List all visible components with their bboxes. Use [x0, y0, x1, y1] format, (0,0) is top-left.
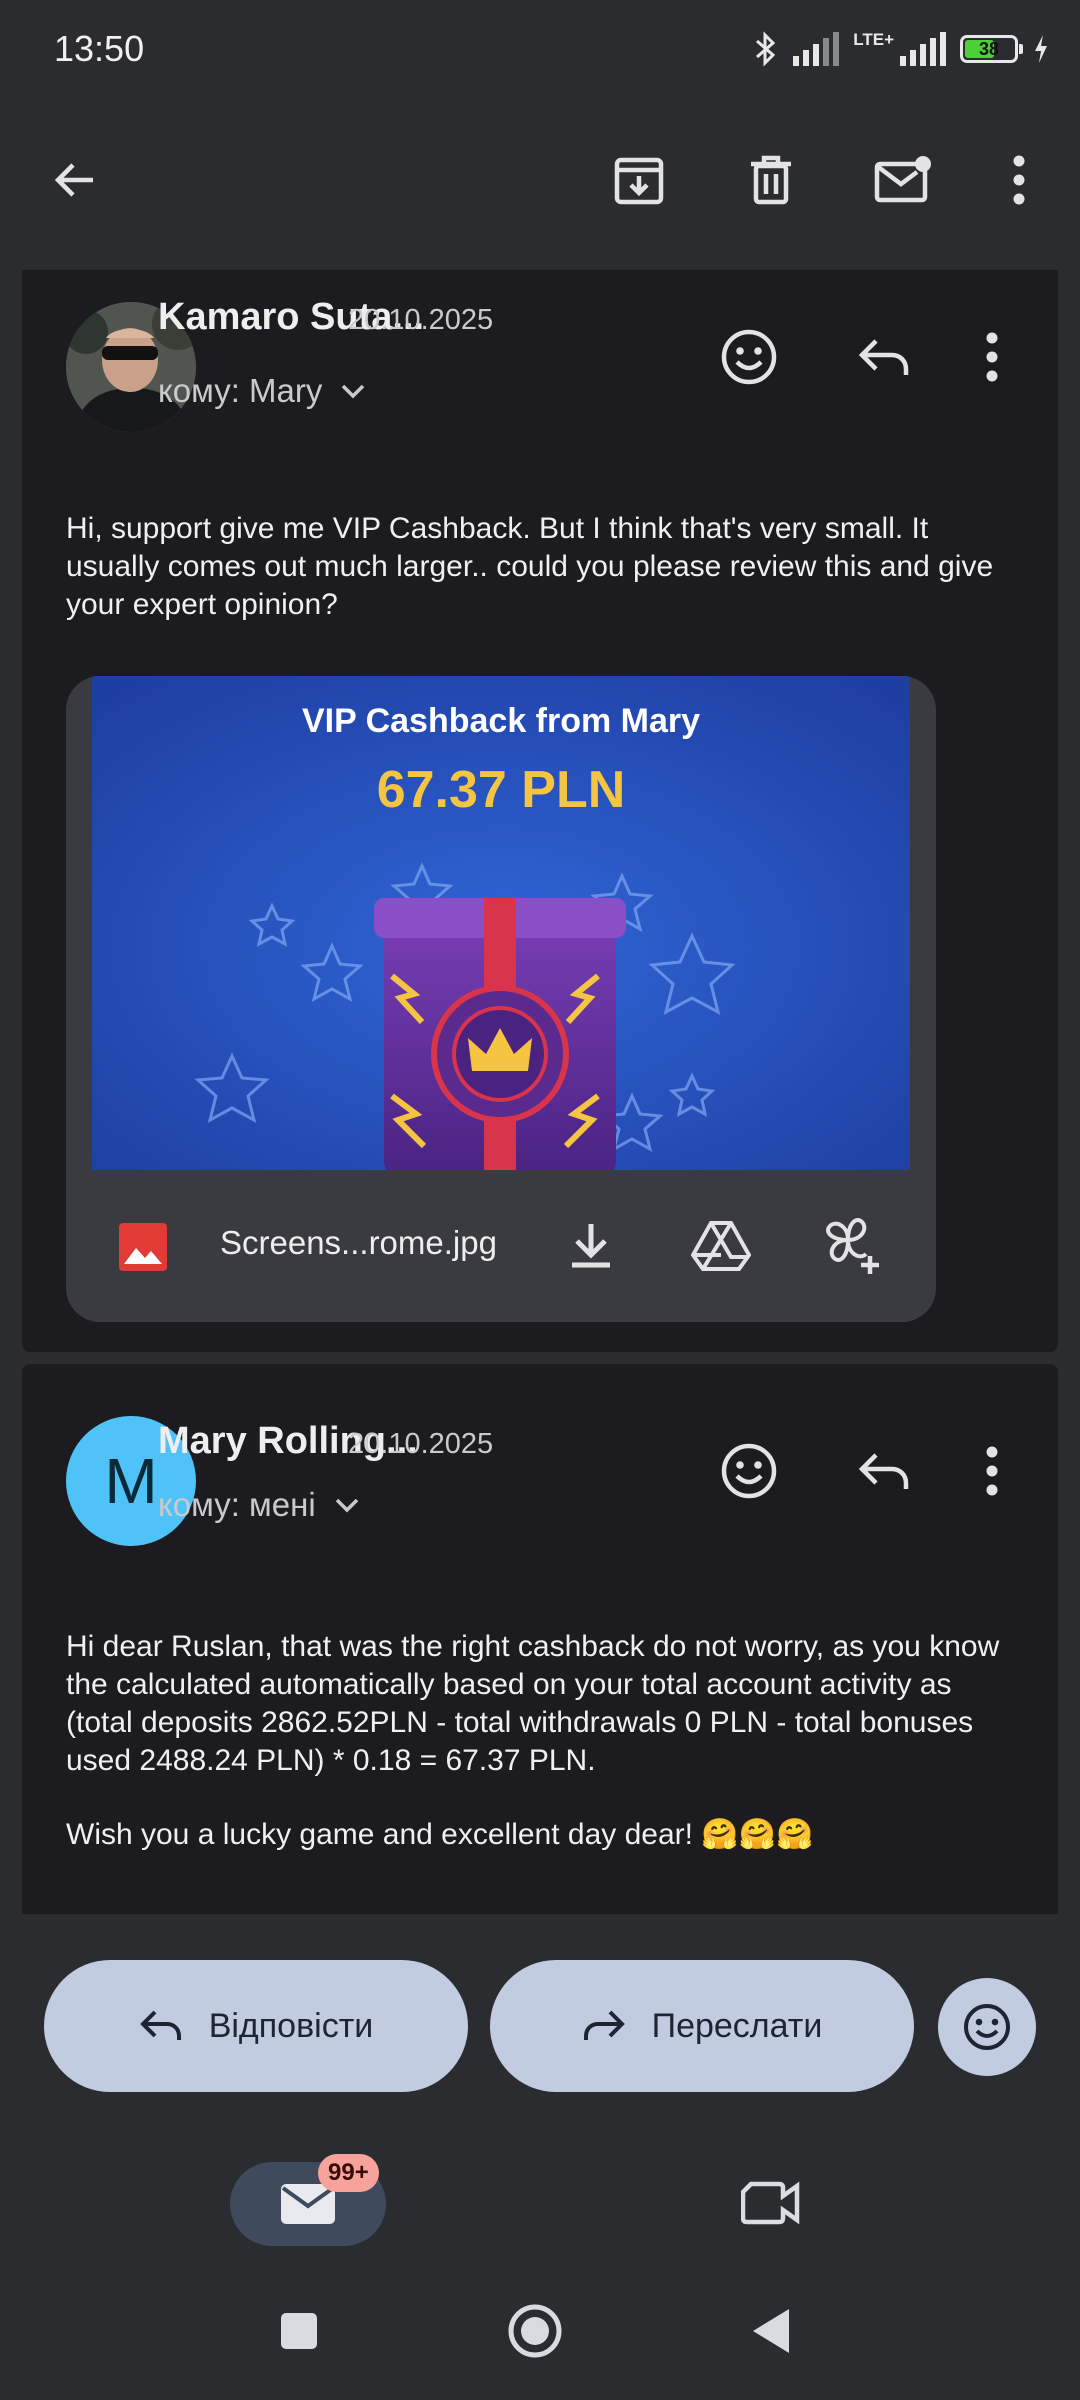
- image-file-icon: [119, 1223, 167, 1271]
- reply-button[interactable]: [838, 1426, 928, 1516]
- signal-icon: [793, 32, 840, 66]
- back-nav-button[interactable]: [726, 2286, 816, 2376]
- nav-meet-tab[interactable]: [726, 2158, 816, 2248]
- reply-label: Відповісти: [208, 2006, 374, 2045]
- message-date: 20.10.2025: [348, 1428, 494, 1460]
- reply-button[interactable]: [838, 312, 928, 402]
- more-vert-icon: [986, 1446, 998, 1496]
- message-body-closing: Wish you a lucky game and excellent day …: [66, 1818, 814, 1851]
- react-emoji-button[interactable]: [704, 312, 794, 402]
- delete-button[interactable]: [726, 135, 816, 225]
- mark-unread-icon: [874, 156, 931, 203]
- message-date: 20.10.2025: [348, 304, 494, 336]
- back-button[interactable]: [30, 135, 120, 225]
- forward-label: Переслати: [651, 2006, 823, 2045]
- message-more-button[interactable]: [962, 1426, 1022, 1516]
- video-camera-icon: [741, 2181, 800, 2225]
- message-card-1[interactable]: Kamaro Suta... 20.10.2025 кому: Mary Hi,…: [22, 270, 1058, 1352]
- recipient-label: кому: Mary: [158, 372, 323, 409]
- recents-button[interactable]: [254, 2286, 344, 2376]
- more-options-button[interactable]: [974, 135, 1064, 225]
- square-icon: [281, 2313, 317, 2349]
- forward-pill-button[interactable]: Переслати: [490, 1960, 914, 2092]
- forward-icon: [583, 2010, 625, 2040]
- attachment-preview[interactable]: VIP Cashback from Mary 67.37 PLN: [92, 676, 910, 1170]
- mark-unread-button[interactable]: [858, 135, 948, 225]
- preview-amount: 67.37 PLN: [376, 761, 626, 819]
- emoji-reaction-button[interactable]: [938, 1978, 1036, 2076]
- unread-badge: 99+: [318, 2154, 379, 2192]
- preview-title: VIP Cashback from Mary: [301, 702, 701, 740]
- reply-icon: [858, 339, 909, 375]
- home-circle-icon: [508, 2304, 562, 2358]
- message-body: Hi dear Ruslan, that was the right cashb…: [66, 1630, 1000, 1777]
- battery-icon: 38: [960, 35, 1023, 63]
- network-type: LTE+: [853, 30, 894, 49]
- more-vert-icon: [1013, 155, 1025, 205]
- attachment-file-name: Screens...rome.jpg: [220, 1224, 497, 1261]
- status-bar: 13:50 LTE+ 38: [0, 0, 1080, 100]
- home-button[interactable]: [490, 2286, 580, 2376]
- react-emoji-button[interactable]: [704, 1426, 794, 1516]
- chevron-down-icon: [335, 1498, 358, 1513]
- signal-icon-2: [900, 32, 946, 66]
- image-attachment[interactable]: VIP Cashback from Mary 67.37 PLN Screens…: [66, 676, 936, 1322]
- status-icons: LTE+ 38: [753, 24, 1050, 74]
- recipient-toggle[interactable]: кому: Mary: [158, 372, 366, 410]
- bluetooth-icon: [756, 31, 776, 67]
- archive-icon: [614, 157, 664, 205]
- emoji-icon: [964, 2004, 1010, 2050]
- save-to-drive-button[interactable]: [676, 1200, 766, 1290]
- recipient-toggle[interactable]: кому: мені: [158, 1486, 360, 1524]
- charging-icon: [1035, 35, 1047, 63]
- reply-icon: [139, 2010, 181, 2040]
- more-vert-icon: [986, 332, 998, 382]
- reply-pill-button[interactable]: Відповісти: [44, 1960, 468, 2092]
- emoji-icon: [721, 329, 777, 385]
- message-body: Hi, support give me VIP Cashback. But I …: [66, 512, 994, 621]
- download-button[interactable]: [546, 1200, 636, 1290]
- arrow-left-icon: [54, 163, 93, 197]
- message-card-2[interactable]: M Mary Rolling... 20.10.2025 кому: мені …: [22, 1364, 1058, 1914]
- message-more-button[interactable]: [962, 312, 1022, 402]
- battery-level: 38: [978, 39, 1000, 59]
- photos-add-icon: [826, 1218, 879, 1274]
- download-icon: [572, 1224, 610, 1268]
- triangle-back-icon: [753, 2309, 789, 2353]
- add-to-photos-button[interactable]: [808, 1200, 898, 1290]
- chevron-down-icon: [342, 384, 365, 399]
- reply-icon: [858, 1453, 909, 1489]
- delete-icon: [751, 155, 791, 205]
- recipient-label: кому: мені: [158, 1486, 316, 1523]
- status-time: 13:50: [54, 28, 145, 69]
- preview-background-icon: [92, 676, 910, 1170]
- emoji-icon: [721, 1443, 777, 1499]
- top-app-bar: [0, 100, 1080, 270]
- archive-button[interactable]: [594, 135, 684, 225]
- drive-icon: [691, 1221, 751, 1271]
- attachment-bar: Screens...rome.jpg: [66, 1170, 936, 1322]
